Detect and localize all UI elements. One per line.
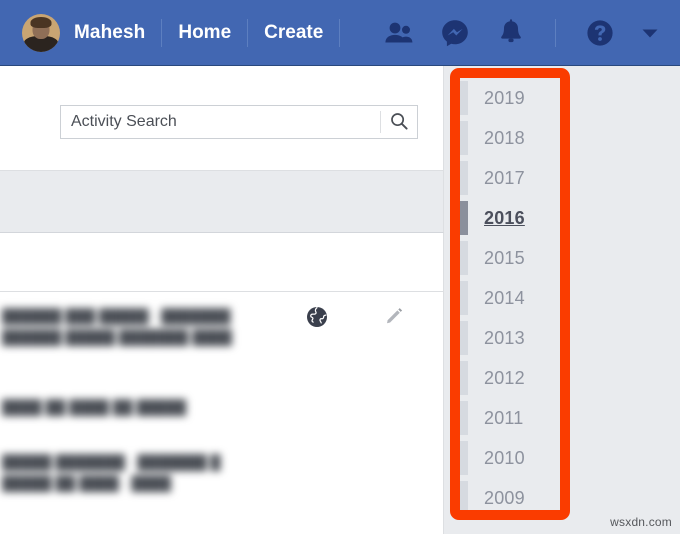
year-tick	[460, 121, 468, 155]
year-item-2015[interactable]: 2015	[460, 238, 560, 278]
year-filter-highlight-box: 2019 2018 2017 2016 2015 2014 2013 2012 …	[450, 68, 570, 520]
year-tick	[460, 441, 468, 475]
activity-search-box[interactable]	[60, 105, 418, 139]
avatar-hair	[30, 16, 52, 28]
user-avatar[interactable]	[22, 13, 60, 52]
year-tick	[460, 321, 468, 355]
year-item-2018[interactable]: 2018	[460, 118, 560, 158]
messenger-icon[interactable]	[438, 16, 472, 50]
activity-row[interactable]: █████ ███████ · ███████ █ █████ ██ ████ …	[0, 452, 444, 494]
nav-link-home[interactable]: Home	[178, 22, 231, 44]
year-tick	[460, 281, 468, 315]
year-filter-rail: 2019 2018 2017 2016 2015 2014 2013 2012 …	[460, 78, 560, 510]
search-button[interactable]	[381, 106, 417, 138]
nav-divider	[161, 18, 163, 47]
year-item-2016[interactable]: 2016	[460, 198, 560, 238]
nav-profile-name[interactable]: Mahesh	[74, 22, 145, 44]
nav-link-create[interactable]: Create	[264, 22, 323, 44]
nav-left-group: Mahesh Home Create	[0, 0, 356, 65]
year-label: 2018	[484, 127, 525, 148]
year-item-2019[interactable]: 2019	[460, 78, 560, 118]
activity-row[interactable]: ██████ ███ █████ · ███████ ██████ █████ …	[0, 306, 444, 348]
notifications-bell-icon[interactable]	[494, 16, 528, 50]
activity-row-actions	[306, 306, 404, 333]
activity-row-text: ████ ██ ████ ██ █████	[2, 399, 187, 415]
activity-search-zone	[0, 66, 444, 171]
year-tick-active	[460, 201, 468, 235]
year-label: 2010	[484, 447, 525, 468]
activity-list-card: ██████ ███ █████ · ███████ ██████ █████ …	[0, 292, 444, 534]
globe-public-icon[interactable]	[306, 306, 328, 333]
year-label: 2009	[484, 487, 525, 508]
activity-filter-bar	[0, 171, 444, 233]
year-item-2009[interactable]: 2009	[460, 478, 560, 510]
nav-divider	[555, 18, 556, 47]
search-icon	[390, 112, 408, 133]
year-tick	[460, 241, 468, 275]
year-label: 2011	[484, 407, 524, 428]
activity-row-text: ██████ ███ █████ · ███████ ██████ █████ …	[2, 308, 232, 345]
year-label: 2014	[484, 287, 525, 308]
activity-row-text: █████ ███████ · ███████ █ █████ ██ ████ …	[2, 454, 221, 491]
pencil-edit-icon[interactable]	[384, 307, 404, 332]
year-item-2011[interactable]: 2011	[460, 398, 560, 438]
year-label: 2017	[484, 167, 525, 188]
year-item-2010[interactable]: 2010	[460, 438, 560, 478]
year-label: 2012	[484, 367, 525, 388]
activity-log-content: ██████ ███ █████ · ███████ ██████ █████ …	[0, 66, 444, 534]
year-label: 2019	[484, 87, 525, 108]
year-label-selected: 2016	[484, 207, 525, 228]
year-label: 2015	[484, 247, 525, 268]
friend-requests-icon[interactable]	[382, 16, 416, 50]
year-tick	[460, 361, 468, 395]
year-item-2014[interactable]: 2014	[460, 278, 560, 318]
year-label: 2013	[484, 327, 525, 348]
watermark: wsxdn.com	[610, 515, 672, 529]
year-item-2012[interactable]: 2012	[460, 358, 560, 398]
year-item-2017[interactable]: 2017	[460, 158, 560, 198]
year-tick	[460, 401, 468, 435]
year-tick	[460, 481, 468, 510]
chevron-down-icon[interactable]	[638, 21, 662, 45]
nav-divider	[339, 18, 341, 47]
activity-section-header	[0, 233, 444, 292]
activity-row[interactable]: ████ ██ ████ ██ █████	[0, 397, 444, 418]
help-question-icon[interactable]	[583, 16, 617, 50]
top-navigation-bar: Mahesh Home Create	[0, 0, 680, 66]
nav-divider	[247, 18, 249, 47]
year-item-2013[interactable]: 2013	[460, 318, 560, 358]
year-tick	[460, 81, 468, 115]
year-tick	[460, 161, 468, 195]
nav-right-group	[371, 16, 662, 50]
search-input[interactable]	[61, 106, 380, 138]
